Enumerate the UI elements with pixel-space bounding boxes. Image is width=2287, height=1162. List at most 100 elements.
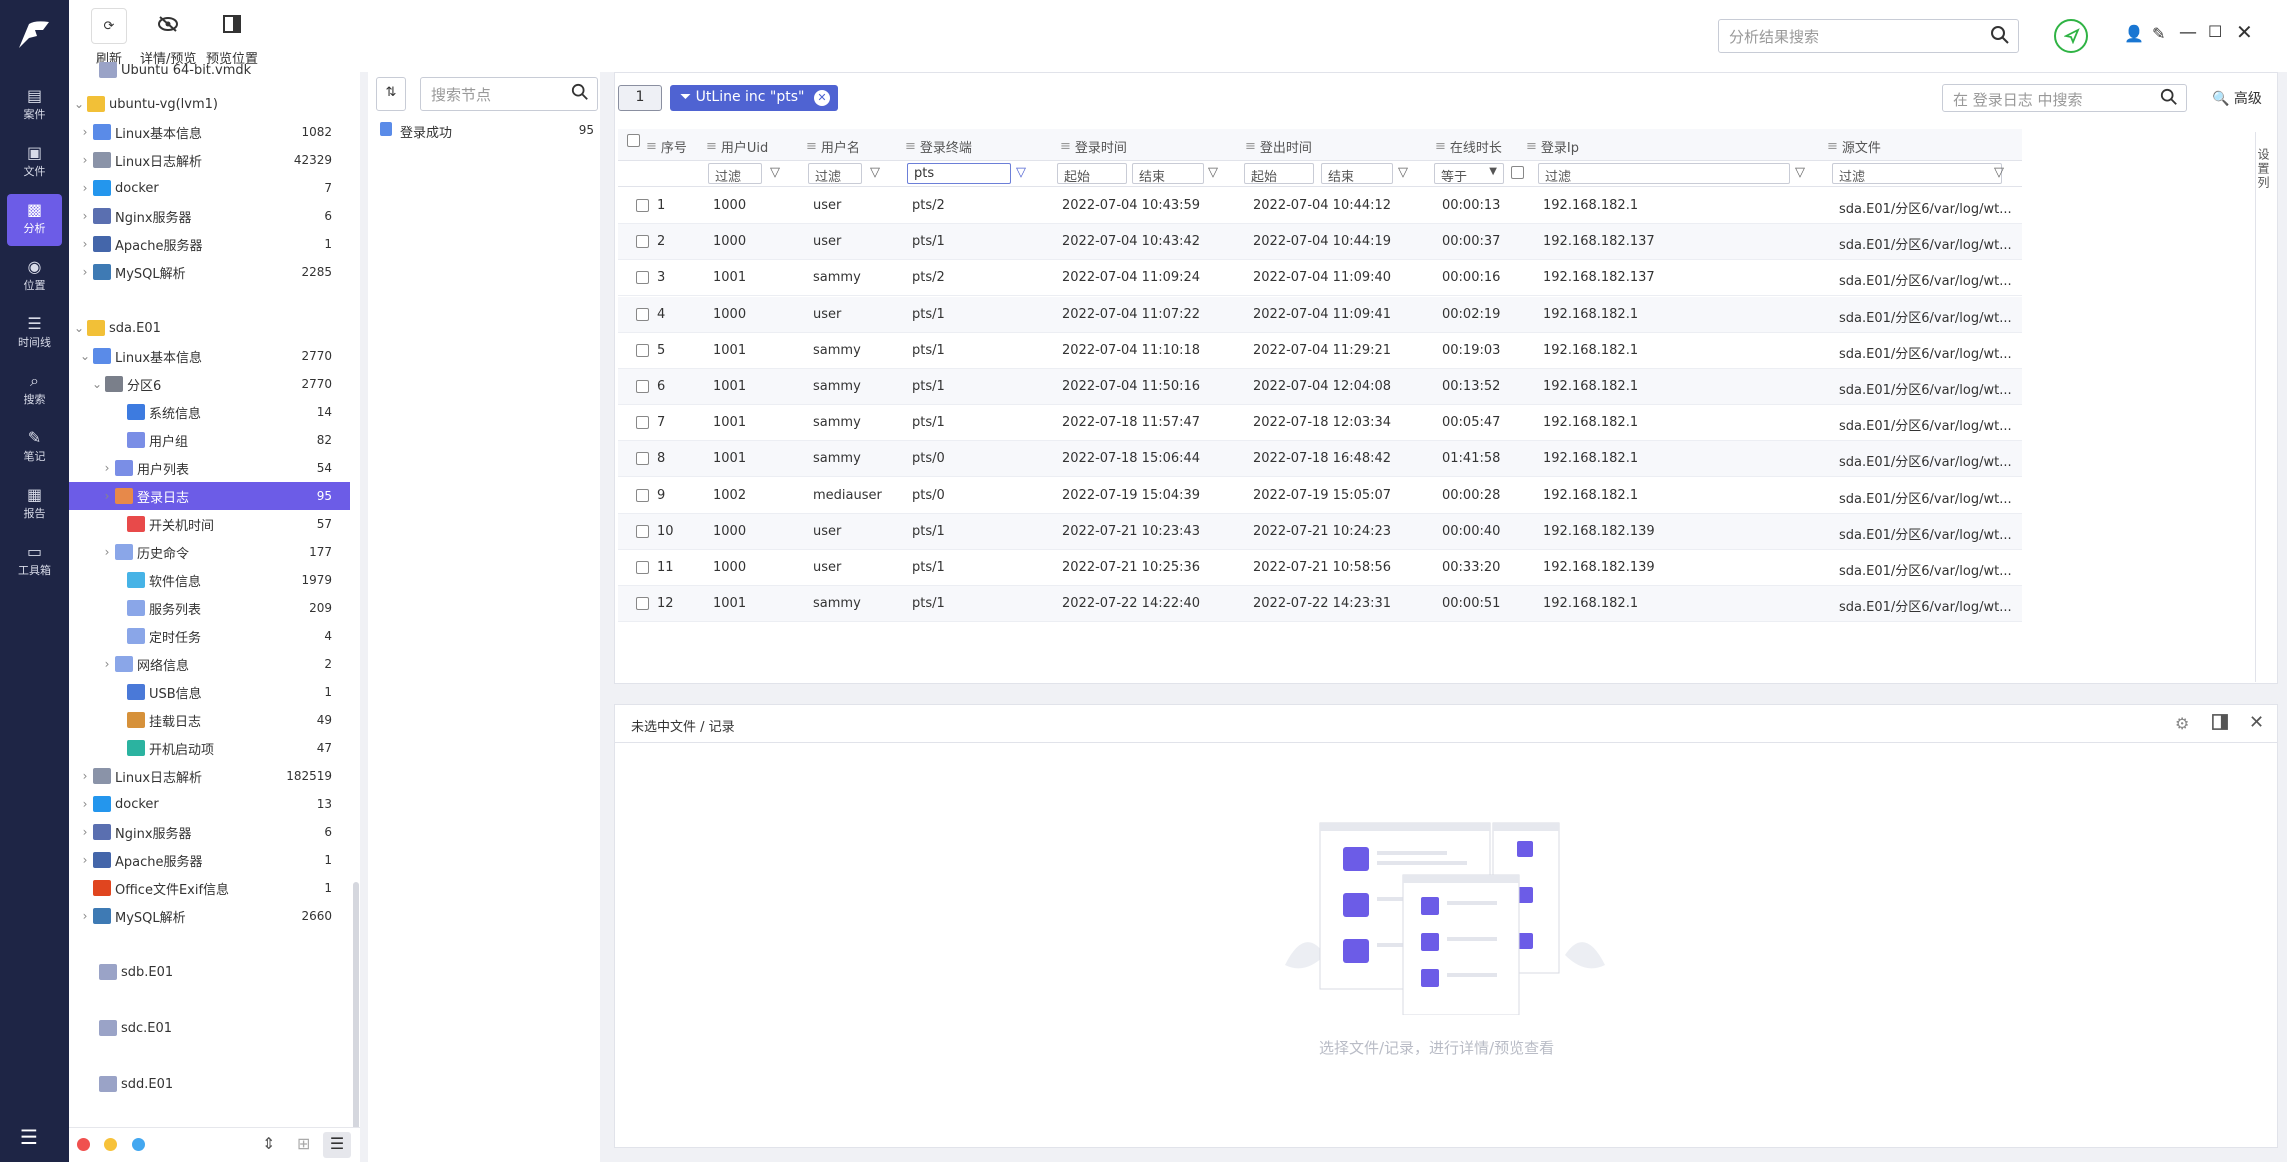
chevron-icon[interactable]: ›: [77, 237, 93, 251]
filter-input-ip[interactable]: 过滤: [1538, 163, 1790, 185]
tree-item[interactable]: › Nginx服务器 6: [69, 818, 350, 846]
chevron-icon[interactable]: ›: [77, 125, 93, 139]
remove-filter-icon[interactable]: ✕: [814, 90, 830, 106]
duration-value-box[interactable]: [1511, 166, 1524, 179]
table-row[interactable]: 11 1000 user pts/1 2022-07-21 10:25:36 2022-0…: [618, 550, 2022, 586]
tree-item[interactable]: sdd.E01: [69, 1070, 350, 1098]
column-header[interactable]: ≡ 序号: [646, 131, 687, 161]
table-row[interactable]: 8 1001 sammy pts/0 2022-07-18 15:06:44 2022-0…: [618, 441, 2022, 478]
chevron-icon[interactable]: ›: [77, 909, 93, 923]
column-header[interactable]: ≡ 登录Ip: [1526, 131, 1579, 161]
chevron-icon[interactable]: ⌄: [77, 349, 93, 363]
sync-status-button[interactable]: [2054, 19, 2088, 53]
active-filter-chip[interactable]: ⏷ UtLine inc "pts" ✕: [670, 85, 838, 111]
row-checkbox[interactable]: [636, 271, 649, 285]
chevron-icon[interactable]: ›: [99, 545, 115, 559]
settings-icon[interactable]: ⚙: [2175, 714, 2189, 733]
tree-item[interactable]: 定时任务 4: [69, 622, 350, 650]
column-header[interactable]: ≡ 在线时长: [1435, 131, 1502, 161]
filter-input-logout-start[interactable]: 起始: [1244, 163, 1314, 185]
tree-item[interactable]: › docker 7: [69, 174, 350, 202]
filter-funnel-icon[interactable]: ▽: [1208, 165, 1218, 180]
row-checkbox[interactable]: [636, 561, 649, 574]
chevron-icon[interactable]: ›: [77, 209, 93, 223]
column-header[interactable]: ≡ 登录终端: [905, 131, 972, 161]
tree-item[interactable]: ⌄ ubuntu-vg(lvm1): [69, 90, 350, 118]
column-header[interactable]: ≡ 源文件: [1827, 131, 1881, 161]
nav-item-report[interactable]: ▦ 报告: [7, 479, 62, 531]
chevron-icon[interactable]: ›: [77, 769, 93, 783]
drag-handle-icon[interactable]: ≡: [1245, 139, 1256, 154]
row-checkbox[interactable]: [636, 488, 649, 502]
tree-item[interactable]: › Apache服务器 1: [69, 230, 350, 258]
chevron-icon[interactable]: ›: [77, 825, 93, 839]
table-row[interactable]: 3 1001 sammy pts/2 2022-07-04 11:09:24 2022-0…: [618, 260, 2022, 297]
tree-item[interactable]: Ubuntu 64-bit.vmdk: [69, 56, 350, 84]
column-header[interactable]: ≡ 用户Uid: [706, 131, 768, 161]
tree-item[interactable]: 开机启动项 47: [69, 734, 350, 762]
chevron-icon[interactable]: ⌄: [71, 97, 87, 111]
node-search-input[interactable]: 搜索节点: [420, 77, 598, 111]
filter-funnel-icon[interactable]: ▽: [1016, 165, 1026, 180]
tree-item[interactable]: sdc.E01: [69, 1014, 350, 1042]
result-search-input[interactable]: 分析结果搜索: [1718, 19, 2019, 53]
close-icon[interactable]: ✕: [2236, 20, 2253, 44]
maximize-icon[interactable]: ☐: [2208, 22, 2222, 41]
table-row[interactable]: 7 1001 sammy pts/1 2022-07-18 11:57:47 2022-0…: [618, 405, 2022, 442]
filter-funnel-icon[interactable]: ▽: [1795, 165, 1805, 180]
chevron-icon[interactable]: ⌄: [71, 321, 87, 335]
drag-handle-icon[interactable]: ≡: [1827, 139, 1838, 154]
tree-item[interactable]: › Linux基本信息 1082: [69, 118, 350, 146]
filter-funnel-icon[interactable]: ▽: [870, 165, 880, 180]
tree-item[interactable]: sdb.E01: [69, 958, 350, 986]
drag-handle-icon[interactable]: ≡: [905, 139, 916, 154]
tree-item[interactable]: 用户组 82: [69, 426, 350, 454]
row-checkbox[interactable]: [636, 307, 649, 321]
row-checkbox[interactable]: [636, 343, 649, 357]
tree-item[interactable]: ⌄ Linux基本信息 2770: [69, 342, 350, 370]
filter-input-duration-op[interactable]: 等于 ▼: [1434, 163, 1504, 185]
row-checkbox[interactable]: [636, 380, 649, 393]
table-search-input[interactable]: 在 登录日志 中搜索: [1942, 84, 2187, 112]
table-row[interactable]: 4 1000 user pts/1 2022-07-04 11:07:22 2022-07…: [618, 296, 2022, 333]
drag-handle-icon[interactable]: ≡: [646, 139, 657, 154]
chevron-icon[interactable]: ›: [77, 153, 93, 167]
chevron-icon[interactable]: ›: [77, 181, 93, 195]
row-checkbox[interactable]: [636, 452, 649, 466]
chevron-icon[interactable]: ›: [99, 489, 115, 503]
nav-item-toolbox[interactable]: ▭ 工具箱: [7, 536, 62, 588]
tree-item[interactable]: ⌄ 分区6 2770: [69, 370, 350, 398]
filter-input-name[interactable]: 过滤: [808, 163, 862, 185]
row-checkbox[interactable]: [636, 597, 649, 611]
filter-input-uid[interactable]: 过滤: [708, 163, 762, 185]
minimize-icon[interactable]: —: [2179, 22, 2197, 43]
column-header[interactable]: ≡ 用户名: [806, 131, 860, 161]
column-header[interactable]: ≡ 登出时间: [1245, 131, 1312, 161]
table-row[interactable]: 12 1001 sammy pts/1 2022-07-22 14:22:40 2022-…: [618, 586, 2022, 623]
user-icon[interactable]: 👤: [2124, 24, 2144, 43]
tree-item[interactable]: › Linux日志解析 42329: [69, 146, 350, 174]
column-header[interactable]: ≡ 登录时间: [1060, 131, 1127, 161]
tree-item[interactable]: › MySQL解析 2660: [69, 902, 350, 930]
sort-button[interactable]: ⇅: [376, 77, 406, 111]
chevron-icon[interactable]: ›: [77, 797, 93, 811]
tree-item[interactable]: › 网络信息 2: [69, 650, 350, 678]
tree-item[interactable]: Office文件Exif信息 1: [69, 874, 350, 902]
tree-item[interactable]: › 历史命令 177: [69, 538, 350, 566]
drag-handle-icon[interactable]: ≡: [1526, 139, 1537, 154]
tree-item[interactable]: 服务列表 209: [69, 594, 350, 622]
list-view-icon[interactable]: ☰: [323, 1132, 351, 1158]
row-checkbox[interactable]: [636, 416, 649, 430]
drag-handle-icon[interactable]: ≡: [706, 139, 717, 154]
row-checkbox[interactable]: [636, 199, 649, 212]
select-all-checkbox[interactable]: [627, 134, 640, 147]
filter-funnel-icon[interactable]: ▽: [1994, 165, 2004, 180]
pin-icon[interactable]: ✎: [2152, 24, 2165, 43]
nav-item-case[interactable]: ▤ 案件: [7, 80, 62, 132]
drag-handle-icon[interactable]: ≡: [1435, 139, 1446, 154]
table-row[interactable]: 10 1000 user pts/1 2022-07-21 10:23:43 2022-0…: [618, 513, 2022, 550]
grid-view-icon[interactable]: ⊞: [297, 1134, 310, 1153]
row-checkbox[interactable]: [636, 235, 649, 249]
drag-handle-icon[interactable]: ≡: [1060, 139, 1071, 154]
chevron-icon[interactable]: ›: [99, 657, 115, 671]
